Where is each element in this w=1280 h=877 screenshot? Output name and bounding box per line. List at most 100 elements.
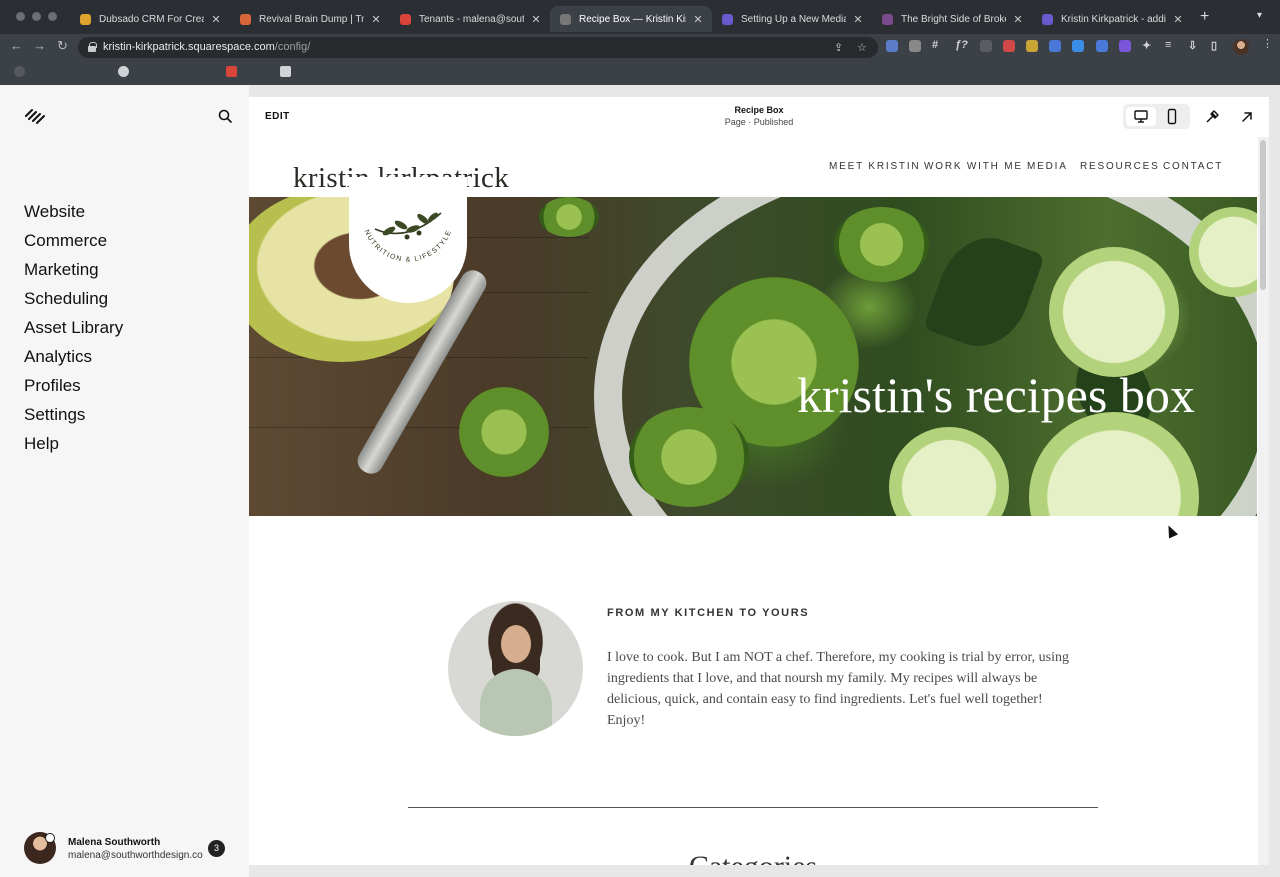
tab-favicon-icon [722,13,733,25]
paintbrush-icon[interactable] [1204,109,1220,125]
bio-text: I love to cook. But I am NOT a chef. The… [607,650,1069,728]
browser-tab-active[interactable]: Recipe Box — Kristin Kirkpa ✕ [550,6,712,32]
squarespace-logo-icon[interactable] [24,108,46,124]
bookmark-item[interactable] [226,66,243,77]
bookmark-star-icon[interactable]: ☆ [857,41,867,54]
page-preview-frame: EDIT Recipe Box Page · Published kristin… [249,97,1269,865]
tab-favicon-icon [882,13,893,25]
mobile-view-button[interactable] [1157,107,1187,126]
tab-close-icon[interactable]: ✕ [370,13,382,26]
tab-title: Recipe Box — Kristin Kirkpa [579,13,686,25]
notification-count-badge[interactable]: 3 [208,840,225,857]
address-bar[interactable]: kristin-kirkpatrick.squarespace.com/conf… [78,37,878,58]
hashtag-extension-icon[interactable]: # [932,39,938,51]
browser-menu-icon[interactable]: ⋮ [1262,39,1273,50]
tab-title: Setting Up a New Media Po [741,13,846,25]
sidebar-item-help[interactable]: Help [24,434,123,463]
back-arrow-icon[interactable]: ← [10,39,23,53]
window-minimize-icon[interactable] [32,12,41,21]
tab-favicon-icon [240,13,251,25]
gem-extension-icon[interactable] [1072,40,1084,52]
tab-favicon-icon [560,13,571,25]
extension-icon[interactable] [886,40,898,52]
address-url: kristin-kirkpatrick.squarespace.com/conf… [103,41,310,53]
tab-search-chevron-icon[interactable]: ▾ [1257,10,1262,21]
sidebar-item-scheduling[interactable]: Scheduling [24,289,123,318]
site-nav-work-with-me[interactable]: WORK WITH ME [924,161,1023,172]
sidebar-item-asset-library[interactable]: Asset Library [24,318,123,347]
scrollbar-thumb[interactable] [1260,140,1266,290]
desktop-view-button[interactable] [1126,107,1156,126]
bookmark-item[interactable] [14,66,31,77]
tab-close-icon[interactable]: ✕ [1172,13,1184,26]
reading-list-icon[interactable]: ≡ [1165,39,1171,51]
site-nav-meet-kristin[interactable]: MEET KRISTIN [829,161,920,172]
sidebar-item-website[interactable]: Website [24,202,123,231]
url-path: /config/ [274,41,311,53]
bookmarks-bar [0,60,1280,85]
new-tab-button[interactable]: + [1200,9,1209,25]
lock-icon [88,42,97,52]
site-nav-media[interactable]: MEDIA [1027,161,1068,172]
extension-icon[interactable] [1119,40,1131,52]
forward-arrow-icon[interactable]: → [33,39,46,53]
sidebar-item-marketing[interactable]: Marketing [24,260,123,289]
user-name: Malena Southworth [68,837,161,848]
url-host: kristin-kirkpatrick.squarespace.com [103,41,275,53]
search-icon[interactable] [218,109,232,123]
tab-title: Tenants - malena@southwo [419,13,524,25]
user-email: malena@southworthdesign.co [68,850,203,861]
sidebar-item-settings[interactable]: Settings [24,405,123,434]
reload-icon[interactable]: ↻ [57,39,68,53]
tab-close-icon[interactable]: ✕ [530,13,542,26]
share-icon[interactable]: ⇪ [834,41,843,54]
site-nav-resources[interactable]: RESOURCES [1080,161,1160,172]
tab-favicon-icon [400,13,411,25]
sidebar-item-commerce[interactable]: Commerce [24,231,123,260]
window-close-icon[interactable] [16,12,25,21]
tab-favicon-icon [1042,13,1053,25]
globe-icon [118,66,129,77]
extension-icon[interactable] [1049,40,1061,52]
mobile-icon [1167,108,1177,125]
device-view-toggle [1123,104,1190,129]
window-zoom-icon[interactable] [48,12,57,21]
browser-tab[interactable]: Dubsado CRM For Creative ✕ [70,6,230,32]
hero-title: kristin's recipes box [797,367,1195,423]
desktop-icon [1134,110,1148,123]
browser-tab[interactable]: Tenants - malena@southwo ✕ [390,6,550,32]
preview-scrollbar[interactable] [1258,137,1269,865]
tab-close-icon[interactable]: ✕ [692,13,704,26]
tab-title: Revival Brain Dump | Trello [259,13,364,25]
site-logo-badge[interactable]: NUTRITION & LIFESTYLE [349,177,467,303]
website-preview: kristin kirkpatrick MEET KRISTIN WORK WI… [249,137,1257,865]
function-extension-icon[interactable]: ƒ? [955,39,968,51]
tab-close-icon[interactable]: ✕ [852,13,864,26]
tab-favicon-icon [80,13,91,25]
extension-icon[interactable] [1096,40,1108,52]
download-icon[interactable]: ⇩ [1188,39,1197,52]
browser-profile-avatar[interactable] [1233,39,1249,55]
bookmark-item[interactable] [118,66,135,77]
sidebar-item-analytics[interactable]: Analytics [24,347,123,376]
sidebar-item-profiles[interactable]: Profiles [24,376,123,405]
video-extension-icon[interactable] [980,40,992,52]
side-panel-icon[interactable]: ▯ [1211,39,1217,52]
browser-tab[interactable]: Setting Up a New Media Po ✕ [712,6,872,32]
browser-tab[interactable]: Revival Brain Dump | Trello ✕ [230,6,390,32]
tab-close-icon[interactable]: ✕ [1012,13,1024,26]
puzzle-extensions-icon[interactable]: ✦ [1142,39,1151,52]
olive-branch-icon: NUTRITION & LIFESTYLE [363,212,452,263]
browser-tab[interactable]: The Bright Side of Broken ✕ [872,6,1032,32]
extension-icon[interactable] [1003,40,1015,52]
bookmark-item[interactable] [280,66,297,77]
browser-tab-strip: Dubsado CRM For Creative ✕ Revival Brain… [0,0,1280,34]
bookmark-favicon-icon [280,66,291,77]
open-external-icon[interactable] [1239,109,1255,125]
browser-tab[interactable]: Kristin Kirkpatrick - adding ✕ [1032,6,1192,32]
tab-close-icon[interactable]: ✕ [210,13,222,26]
extension-icon[interactable] [1026,40,1038,52]
site-nav-contact[interactable]: CONTACT [1163,161,1223,172]
camera-extension-icon[interactable] [909,40,921,52]
bookmark-favicon-icon [14,66,25,77]
